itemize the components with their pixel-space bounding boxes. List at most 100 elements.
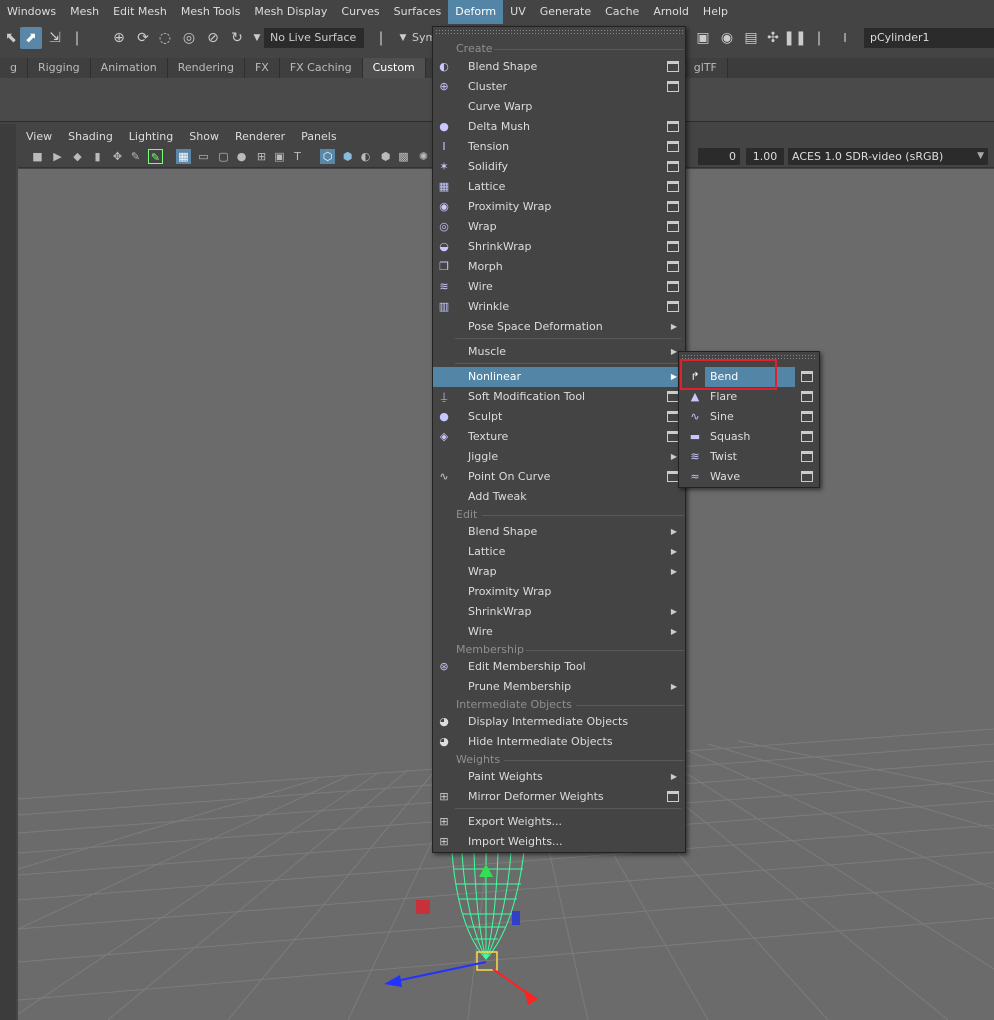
wireframe-icon[interactable]: ⬡ [320,149,335,164]
menu-item-pose-space-deformation[interactable]: Pose Space Deformation ▶ [433,317,685,337]
menu-item-prune-membership[interactable]: Prune Membership ▶ [433,677,685,697]
manipulator-x-handle[interactable] [416,900,430,914]
menu-item-edit-wire[interactable]: Wire ▶ [433,622,685,642]
menu-item-point-on-curve[interactable]: ∿ Point On Curve [433,467,685,487]
menu-item-proximity-wrap[interactable]: ◉ Proximity Wrap [433,197,685,217]
menu-mesh[interactable]: Mesh [63,0,106,24]
menu-uv[interactable]: UV [503,0,533,24]
option-box-icon[interactable] [667,81,679,92]
option-box-icon[interactable] [801,371,813,382]
bookmark-icon[interactable]: ◆ [70,149,85,164]
lights-icon[interactable]: ✺ [416,149,431,164]
menu-item-curve-warp[interactable]: Curve Warp [433,97,685,117]
shelf-tab-rendering[interactable]: Rendering [167,58,245,78]
menu-item-lattice[interactable]: ▦ Lattice [433,177,685,197]
menu-item-muscle[interactable]: Muscle ▶ [433,342,685,362]
menu-deform[interactable]: Deform [448,0,504,24]
textured-icon[interactable]: ⬢ [378,149,393,164]
option-box-icon[interactable] [667,791,679,802]
film-gate-icon[interactable]: ▭ [196,149,211,164]
menu-cache[interactable]: Cache [598,0,646,24]
menu-mesh-display[interactable]: Mesh Display [247,0,334,24]
option-box-icon[interactable] [667,261,679,272]
menu-item-hide-intermediate[interactable]: ◕ Hide Intermediate Objects [433,732,685,752]
menu-item-sculpt[interactable]: ● Sculpt [433,407,685,427]
resolution-gate-icon[interactable]: ▢ [216,149,231,164]
rename-object-icon[interactable]: I [836,28,854,48]
snap-view-plane-icon[interactable]: ◎ [178,27,200,49]
panel-menu-renderer[interactable]: Renderer [227,128,293,146]
option-box-icon[interactable] [801,431,813,442]
option-box-icon[interactable] [801,411,813,422]
panel-menu-show[interactable]: Show [181,128,227,146]
menu-item-edit-shrinkwrap[interactable]: ShrinkWrap ▶ [433,602,685,622]
snap-live-icon[interactable]: ⊘ [202,27,224,49]
snap-grid-icon[interactable]: ⊕ [108,27,130,49]
menu-item-squash[interactable]: ▬ Squash [679,427,819,447]
shelf-tab-fx-caching[interactable]: FX Caching [279,58,363,78]
shelf-tab-custom[interactable]: Custom [362,58,426,78]
option-box-icon[interactable] [667,281,679,292]
menu-item-soft-modification-tool[interactable]: ⍊ Soft Modification Tool [433,387,685,407]
object-name-field[interactable]: pCylinder1 [864,28,994,48]
panel-menu-lighting[interactable]: Lighting [121,128,181,146]
menu-item-nonlinear[interactable]: Nonlinear ▶ [433,367,685,387]
menu-item-flare[interactable]: ▲ Flare [679,387,819,407]
menu-item-display-intermediate[interactable]: ◕ Display Intermediate Objects [433,712,685,732]
menu-item-export-weights[interactable]: ⊞ Export Weights... [433,812,685,832]
checker-icon[interactable]: ▩ [396,149,411,164]
camera-select-icon[interactable]: ■ [30,149,45,164]
menu-item-shrinkwrap[interactable]: ◒ ShrinkWrap [433,237,685,257]
menu-help[interactable]: Help [696,0,735,24]
shelf-tab-rigging[interactable]: Rigging [27,58,91,78]
grid-toggle-icon[interactable]: ▦ [176,149,191,164]
snap-rotate-icon[interactable]: ↻ [226,27,248,49]
menu-item-delta-mush[interactable]: ● Delta Mush [433,117,685,137]
menu-item-wrap[interactable]: ◎ Wrap [433,217,685,237]
option-box-icon[interactable] [667,301,679,312]
option-box-icon[interactable] [667,161,679,172]
menu-item-blend-shape[interactable]: ◐ Blend Shape [433,57,685,77]
menu-item-cluster[interactable]: ⊕ Cluster [433,77,685,97]
z-axis-arrow-icon[interactable] [384,975,402,987]
y-axis-arrow-icon[interactable] [479,864,493,877]
menu-item-twist[interactable]: ≋ Twist [679,447,819,467]
option-box-icon[interactable] [801,391,813,402]
shelf-tab-partial[interactable]: g [0,58,28,78]
gate-mask-icon[interactable]: ● [234,149,249,164]
safe-action-icon[interactable]: ▣ [272,149,287,164]
image-plane-icon[interactable]: ▮ [90,149,105,164]
shelf-tab-animation[interactable]: Animation [90,58,168,78]
panel-menu-panels[interactable]: Panels [293,128,344,146]
select-tool-icon[interactable]: ⬉ [0,27,22,49]
menu-item-tension[interactable]: Ⅰ Tension [433,137,685,157]
menu-item-edit-blend-shape[interactable]: Blend Shape ▶ [433,522,685,542]
menu-arnold[interactable]: Arnold [646,0,696,24]
menu-item-add-tweak[interactable]: Add Tweak [433,487,685,507]
menu-item-wave[interactable]: ≈ Wave [679,467,819,487]
option-box-icon[interactable] [667,141,679,152]
tear-off-handle[interactable] [435,29,683,35]
option-box-icon[interactable] [667,61,679,72]
smooth-shade-icon[interactable]: ⬢ [340,149,355,164]
menu-item-wrinkle[interactable]: ▥ Wrinkle [433,297,685,317]
symmetry-dropdown-icon[interactable]: ▼ [392,27,414,49]
panel-menu-view[interactable]: View [18,128,60,146]
pencil-icon[interactable]: ✎ [148,149,163,164]
menu-surfaces[interactable]: Surfaces [387,0,449,24]
option-box-icon[interactable] [667,241,679,252]
two-d-pan-icon[interactable]: ✥ [110,149,125,164]
menu-curves[interactable]: Curves [334,0,386,24]
panel-menu-shading[interactable]: Shading [60,128,121,146]
exposure-field[interactable]: 0 [698,148,740,165]
field-chart-icon[interactable]: ⊞ [254,149,269,164]
safe-title-icon[interactable]: T [290,149,305,164]
menu-item-texture[interactable]: ◈ Texture [433,427,685,447]
menu-item-edit-proximity-wrap[interactable]: Proximity Wrap [433,582,685,602]
option-box-icon[interactable] [667,121,679,132]
menu-item-mirror-deformer-weights[interactable]: ⊞ Mirror Deformer Weights [433,787,685,807]
manipulator-z-handle[interactable] [512,911,520,925]
camera-attributes-icon[interactable]: ▶ [50,149,65,164]
x-axis-arrow-icon[interactable] [524,989,538,1005]
render-settings-icon[interactable]: ▤ [740,27,762,49]
